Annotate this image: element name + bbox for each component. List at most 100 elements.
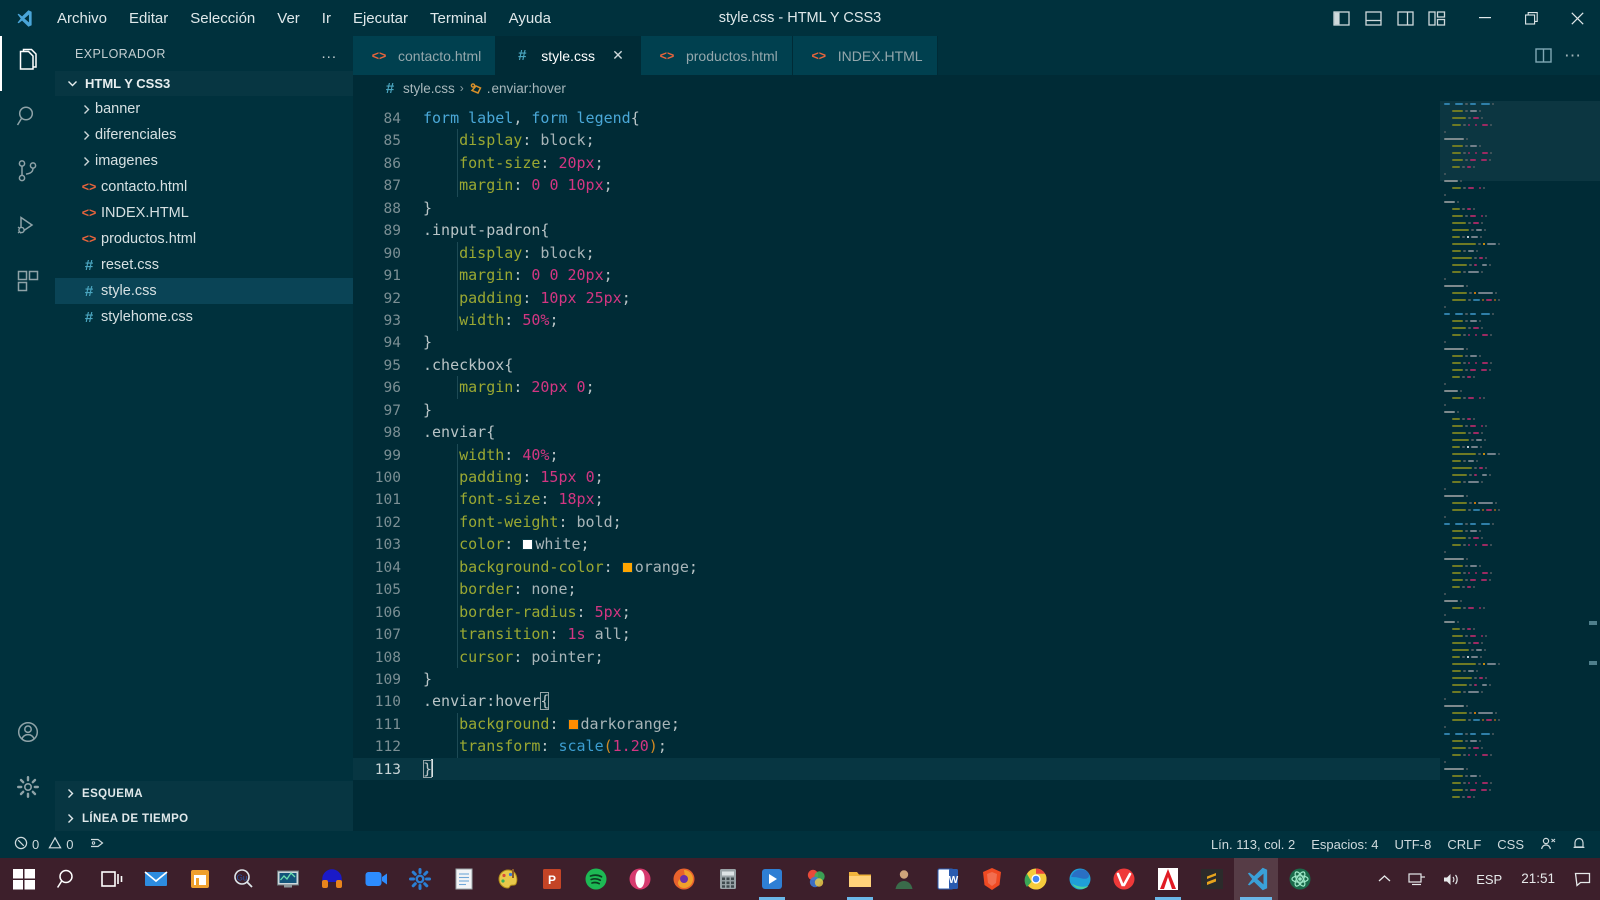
sidebar-item-banner[interactable]: banner [55,96,353,122]
code-line[interactable]: 90 display: block; [353,241,1440,265]
task-view[interactable] [90,858,134,900]
code-line[interactable]: 97} [353,399,1440,421]
status-language-mode[interactable]: CSS [1489,837,1532,852]
people-app[interactable] [882,858,926,900]
menu-terminal[interactable]: Terminal [419,6,498,31]
code-line[interactable]: 101 font-size: 18px; [353,488,1440,511]
vivaldi-app[interactable] [1102,858,1146,900]
toggle-panel-icon[interactable] [1358,3,1388,33]
menu-archivo[interactable]: Archivo [46,6,118,31]
toggle-primary-sidebar-icon[interactable] [1326,3,1356,33]
tab-contacto-html[interactable]: <> contacto.html [353,36,497,75]
vscode-app[interactable] [1234,858,1278,900]
photos-app[interactable] [794,858,838,900]
powerpoint-app[interactable]: P [530,858,574,900]
sidebar-item-style-css[interactable]: # style.css [55,278,353,304]
color-swatch[interactable] [567,718,579,730]
search-taskbar[interactable] [46,858,90,900]
settings-app[interactable] [398,858,442,900]
tab-index-html[interactable]: <> INDEX.HTML [792,36,938,75]
code-line[interactable]: 113} [353,757,1440,781]
code-line[interactable]: 103 color: white; [353,533,1440,556]
status-cursor-position[interactable]: Lín. 113, col. 2 [1203,837,1303,852]
menu-ver[interactable]: Ver [266,6,311,31]
code-editor[interactable]: 84 form label, form legend{85 display: bl… [353,101,1600,831]
activity-search[interactable] [0,91,55,146]
mail-app[interactable] [134,858,178,900]
code-line[interactable]: 92 padding: 10px 25px; [353,286,1440,309]
activity-accounts[interactable] [0,707,55,762]
tab-close-icon[interactable]: ✕ [610,47,626,64]
tab-style-css[interactable]: # style.css ✕ [496,36,641,75]
tab-productos-html[interactable]: <> productos.html [640,36,793,75]
code-line[interactable]: 88} [353,197,1440,219]
minimize-button[interactable] [1462,0,1508,36]
sidebar-item-stylehome-css[interactable]: # stylehome.css [55,304,353,330]
minimap[interactable] [1440,101,1600,831]
menu-ir[interactable]: Ir [311,6,342,31]
code-line[interactable]: 89 .input-padron{ [353,219,1440,241]
sidebar-item-diferenciales[interactable]: diferenciales [55,122,353,148]
edge-app[interactable] [1058,858,1102,900]
code-line[interactable]: 94} [353,331,1440,353]
start-button[interactable] [2,858,46,900]
sidebar-item-index-html[interactable]: <> INDEX.HTML [55,200,353,226]
menu-editar[interactable]: Editar [118,6,179,31]
activity-settings[interactable] [0,762,55,817]
zoom-app[interactable] [354,858,398,900]
sublime-app[interactable] [1190,858,1234,900]
status-problems[interactable]: 0 0 [6,831,81,858]
firefox-app[interactable] [662,858,706,900]
code-line[interactable]: 110 .enviar:hover{ [353,690,1440,712]
menu-ayuda[interactable]: Ayuda [498,6,562,31]
code-line[interactable]: 107 transition: 1s all; [353,623,1440,646]
code-line[interactable]: 84 form label, form legend{ [353,107,1440,129]
code-line[interactable]: 108 cursor: pointer; [353,645,1440,668]
code-line[interactable]: 104 background-color: orange; [353,555,1440,579]
code-line[interactable]: 85 display: block; [353,129,1440,152]
sidebar-item-productos-html[interactable]: <> productos.html [55,226,353,252]
editor-scrollbar[interactable] [1586,101,1600,831]
tree-root-folder[interactable]: HTML Y CSS3 [55,71,353,96]
volume-icon[interactable] [1435,858,1467,900]
panel-linea-de-tiempo[interactable]: LÍNEA DE TIEMPO [55,806,353,831]
tray-clock[interactable]: 21:51 [1511,858,1565,900]
code-line[interactable]: 93 width: 50%; [353,308,1440,332]
code-viewport[interactable]: 84 form label, form legend{85 display: bl… [353,101,1440,831]
sidebar-item-contacto-html[interactable]: <> contacto.html [55,174,353,200]
sidebar-item-reset-css[interactable]: # reset.css [55,252,353,278]
status-feedback[interactable] [1532,836,1564,854]
activity-extensions[interactable] [0,256,55,311]
adobe-app[interactable] [1146,858,1190,900]
activity-explorer[interactable] [0,36,55,91]
color-swatch[interactable] [522,539,534,551]
show-hidden-icons[interactable] [1370,858,1399,900]
split-editor-icon[interactable] [1530,43,1556,69]
code-line[interactable]: 112 transform: scale(1.20); [353,735,1440,758]
paint-app[interactable] [486,858,530,900]
breadcrumb-symbol[interactable]: . enviar:hover [469,81,566,96]
sidebar-more-actions-icon[interactable]: ... [311,45,347,62]
breadcrumb-file[interactable]: # style.css [382,80,455,97]
ellipsis-icon[interactable]: ⋯ [1560,43,1586,69]
tray-language[interactable]: ESP [1469,858,1509,900]
calculator-app[interactable] [706,858,750,900]
code-line[interactable]: 109} [353,668,1440,690]
headphones-app[interactable] [310,858,354,900]
file-explorer[interactable] [838,858,882,900]
code-line[interactable]: 100 padding: 15px 0; [353,466,1440,489]
close-button[interactable] [1554,0,1600,36]
brave-app[interactable] [970,858,1014,900]
react-app[interactable] [1278,858,1322,900]
menu-ejecutar[interactable]: Ejecutar [342,6,419,31]
spotify-app[interactable] [574,858,618,900]
code-line[interactable]: 86 font-size: 20px; [353,151,1440,175]
opera-app[interactable] [618,858,662,900]
status-encoding[interactable]: UTF-8 [1386,837,1439,852]
minimap-slider[interactable] [1440,101,1600,181]
code-line[interactable]: 102 font-weight: bold; [353,510,1440,534]
code-line[interactable]: 106 border-radius: 5px; [353,600,1440,624]
activity-source-control[interactable] [0,146,55,201]
code-line[interactable]: 99 width: 40%; [353,443,1440,466]
code-line[interactable]: 91 margin: 0 0 20px; [353,264,1440,287]
